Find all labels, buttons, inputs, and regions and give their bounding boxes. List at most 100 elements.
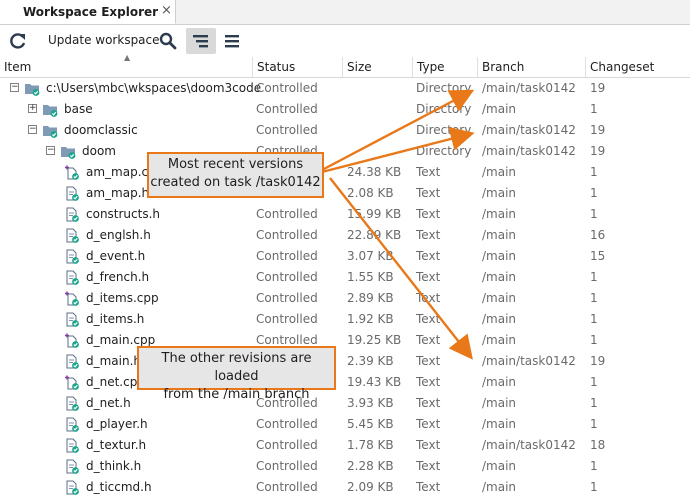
item-name: d_englsh.h xyxy=(86,228,151,242)
table-row[interactable]: d_main.cpp Controlled 19.25 KB Text/main 1 xyxy=(0,330,690,351)
toolbar: Update workspace xyxy=(0,25,690,57)
type-cell: Text xyxy=(416,459,441,473)
table-row[interactable]: d_items.cpp Controlled 2.89 KB Text/main 1 xyxy=(0,288,690,309)
collapse-icon[interactable]: − xyxy=(28,125,37,134)
table-row[interactable]: d_ticcmd.h Controlled 2.09 KB Text/main 1 xyxy=(0,477,690,498)
status-cell: Controlled xyxy=(256,291,318,305)
changeset-cell: 1 xyxy=(590,165,598,179)
search-icon[interactable] xyxy=(158,31,178,51)
changeset-cell: 1 xyxy=(590,417,598,431)
type-cell: Text xyxy=(416,228,441,242)
table-row[interactable]: − c:\Users\mbc\wkspaces\doom3code Controll… xyxy=(0,78,690,99)
branch-cell: /main xyxy=(482,186,517,200)
callout-other-revisions: The other revisions are loaded from the … xyxy=(137,346,336,402)
table-row[interactable]: d_items.h Controlled 1.92 KB Text/main 1 xyxy=(0,309,690,330)
branch-cell: /main/task0142 xyxy=(482,144,576,158)
table-row[interactable]: d_event.h Controlled 3.07 KB Text/main 15 xyxy=(0,246,690,267)
type-cell: Text xyxy=(416,165,441,179)
size-cell: 2.08 KB xyxy=(347,186,394,200)
table-row[interactable]: d_textur.h Controlled 1.78 KB Text/main/tas… xyxy=(0,435,690,456)
tree-view-button[interactable] xyxy=(186,28,216,54)
table-row[interactable]: d_french.h Controlled 1.55 KB Text/main 1 xyxy=(0,267,690,288)
item-name: d_french.h xyxy=(86,270,150,284)
size-cell: 3.07 KB xyxy=(347,249,394,263)
status-cell: Controlled xyxy=(256,81,318,95)
item-tree: − c:\Users\mbc\wkspaces\doom3code Controll… xyxy=(0,78,690,498)
branch-cell: /main/task0142 xyxy=(482,438,576,452)
item-name: base xyxy=(64,102,93,116)
type-cell: Text xyxy=(416,480,441,494)
changeset-cell: 1 xyxy=(590,291,598,305)
branch-cell: /main/task0142 xyxy=(482,123,576,137)
table-row[interactable]: constructs.h Controlled 15.99 KB Text/main 1 xyxy=(0,204,690,225)
type-cell: Text xyxy=(416,333,441,347)
changeset-cell: 1 xyxy=(590,270,598,284)
type-cell: Directory xyxy=(416,144,472,158)
table-row[interactable]: d_englsh.h Controlled 22.89 KB Text/main 16 xyxy=(0,225,690,246)
status-cell: Controlled xyxy=(256,228,318,242)
table-row[interactable]: d_net.cppControlled19.43 KBText/main1 xyxy=(0,372,690,393)
sort-ascending-icon: ▲ xyxy=(124,53,131,62)
changeset-cell: 15 xyxy=(590,249,606,263)
tab-workspace-explorer[interactable]: Workspace Explorer × xyxy=(0,0,176,24)
item-name: d_main.h xyxy=(86,354,142,368)
column-type[interactable]: Type xyxy=(412,57,477,77)
callout-recent-versions: Most recent versions created on task /ta… xyxy=(147,152,324,198)
folder-icon xyxy=(60,144,76,159)
size-cell: 1.78 KB xyxy=(347,438,394,452)
table-row[interactable]: am_map.hControlled2.08 KBText/main1 xyxy=(0,183,690,204)
item-name: d_event.h xyxy=(86,249,146,263)
status-cell: Controlled xyxy=(256,102,318,116)
table-row[interactable]: d_player.h Controlled 5.45 KB Text/main 1 xyxy=(0,414,690,435)
refresh-icon[interactable] xyxy=(8,31,28,51)
file-icon xyxy=(64,438,80,453)
column-size[interactable]: Size xyxy=(342,57,412,77)
column-status[interactable]: Status xyxy=(252,57,342,77)
table-row[interactable]: d_think.h Controlled 2.28 KB Text/main 1 xyxy=(0,456,690,477)
changeset-cell: 19 xyxy=(590,123,606,137)
collapse-icon[interactable]: − xyxy=(46,146,55,155)
changeset-cell: 1 xyxy=(590,186,598,200)
item-name: d_items.cpp xyxy=(86,291,159,305)
close-icon[interactable]: × xyxy=(161,3,172,18)
table-row[interactable]: − doom Controlled Directory/main/task0142 19 xyxy=(0,141,690,162)
collapse-icon[interactable]: − xyxy=(10,83,19,92)
table-row[interactable]: d_net.hControlled3.93 KBText/main1 xyxy=(0,393,690,414)
size-cell: 19.25 KB xyxy=(347,333,402,347)
file-icon xyxy=(64,396,80,411)
status-cell: Controlled xyxy=(256,459,318,473)
folder-icon xyxy=(42,123,58,138)
branch-cell: /main xyxy=(482,228,517,242)
table-row[interactable]: − doomclassic Controlled Directory/main/tas… xyxy=(0,120,690,141)
item-name: c:\Users\mbc\wkspaces\doom3code xyxy=(46,81,262,95)
tab-title: Workspace Explorer xyxy=(23,5,159,19)
branch-cell: /main xyxy=(482,417,517,431)
table-row[interactable]: am_map.cppControlled24.38 KBText/main1 xyxy=(0,162,690,183)
item-name: d_ticcmd.h xyxy=(86,480,152,494)
status-cell: Controlled xyxy=(256,480,318,494)
callout-others-text: The other revisions are loaded from the … xyxy=(161,351,312,402)
item-name: am_map.h xyxy=(86,186,150,200)
size-cell: 3.93 KB xyxy=(347,396,394,410)
branch-cell: /main xyxy=(482,165,517,179)
branch-cell: /main xyxy=(482,396,517,410)
expand-icon[interactable]: + xyxy=(28,104,37,113)
table-row[interactable]: + base Controlled Directory/main 1 xyxy=(0,99,690,120)
tab-strip: Workspace Explorer × xyxy=(0,0,690,25)
type-cell: Directory xyxy=(416,81,472,95)
changeset-cell: 1 xyxy=(590,375,598,389)
folder-icon xyxy=(42,102,58,117)
changeset-cell: 19 xyxy=(590,144,606,158)
column-changeset[interactable]: Changeset xyxy=(585,57,690,77)
type-cell: Text xyxy=(416,417,441,431)
file-icon xyxy=(64,291,80,306)
type-cell: Text xyxy=(416,312,441,326)
column-branch[interactable]: Branch xyxy=(477,57,585,77)
size-cell: 1.55 KB xyxy=(347,270,394,284)
changeset-cell: 1 xyxy=(590,480,598,494)
size-cell: 2.39 KB xyxy=(347,354,394,368)
file-icon xyxy=(64,270,80,285)
table-row[interactable]: d_main.hControlled2.39 KBText/main/task0… xyxy=(0,351,690,372)
menu-icon[interactable] xyxy=(222,31,242,51)
update-workspace-button[interactable]: Update workspace xyxy=(48,33,160,47)
